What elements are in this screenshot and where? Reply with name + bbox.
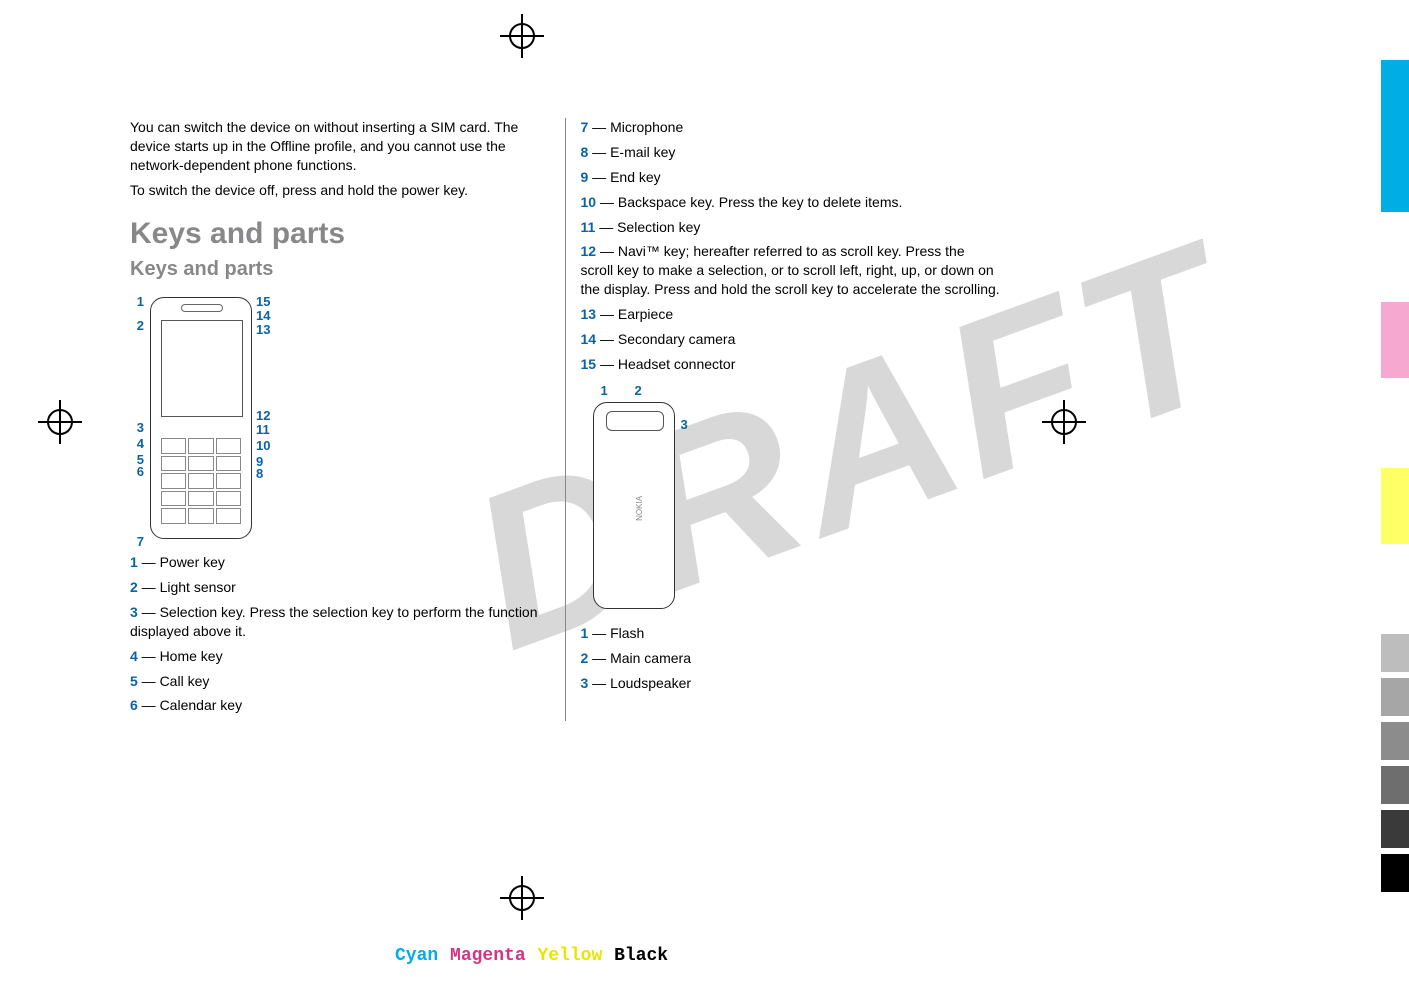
registration-mark-bottom [500,876,544,920]
color-calibration-bars [1381,60,1409,892]
callout-8: 8 [256,465,263,483]
item-6: 6 — Calendar key [130,696,550,715]
callout-10: 10 [256,437,270,455]
page-right-column: 7 — Microphone 8 — E-mail key 9 — End ke… [566,118,1001,721]
callout-7: 7 [130,533,144,551]
callout-3: 3 [130,419,144,437]
item-10: 10 — Backspace key. Press the key to del… [581,193,1001,212]
callout-11: 11 [256,421,270,439]
item-5: 5 — Call key [130,672,550,691]
item-13: 13 — Earpiece [581,305,1001,324]
phone-back-diagram: 1 2 3 NOKIA [581,380,701,620]
back-item-2: 2 — Main camera [581,649,1001,668]
back-item-1: 1 — Flash [581,624,1001,643]
back-callout-1: 1 [601,382,608,400]
item-1: 1 — Power key [130,553,550,572]
callout-2: 2 [130,317,144,335]
callout-1: 1 [130,293,144,311]
registration-mark-right [1042,400,1086,444]
item-4: 4 — Home key [130,647,550,666]
callout-13: 13 [256,321,270,339]
item-14: 14 — Secondary camera [581,330,1001,349]
back-callout-3: 3 [681,416,688,434]
item-7: 7 — Microphone [581,118,1001,137]
intro-p2: To switch the device off, press and hold… [130,181,550,200]
page-left-column: You can switch the device on without ins… [130,118,566,721]
item-15: 15 — Headset connector [581,355,1001,374]
item-2: 2 — Light sensor [130,578,550,597]
phone-front-diagram: 1 2 3 4 5 6 7 15 14 13 12 11 10 9 8 [130,289,270,549]
section-heading: Keys and parts [130,214,550,255]
registration-mark-left [38,400,82,444]
item-8: 8 — E-mail key [581,143,1001,162]
phone-brand-label: NOKIA [635,496,646,521]
print-color-footer: Cyan Magenta Yellow Black [395,946,669,966]
section-subheading: Keys and parts [130,256,550,283]
item-9: 9 — End key [581,168,1001,187]
registration-mark-top [500,14,544,58]
callout-4: 4 [130,435,144,453]
back-item-3: 3 — Loudspeaker [581,674,1001,693]
item-3: 3 — Selection key. Press the selection k… [130,603,550,641]
back-callout-2: 2 [635,382,642,400]
callout-6: 6 [130,463,144,481]
item-11: 11 — Selection key [581,218,1001,237]
intro-p1: You can switch the device on without ins… [130,118,550,175]
item-12: 12 — Navi™ key; hereafter referred to as… [581,242,1001,299]
